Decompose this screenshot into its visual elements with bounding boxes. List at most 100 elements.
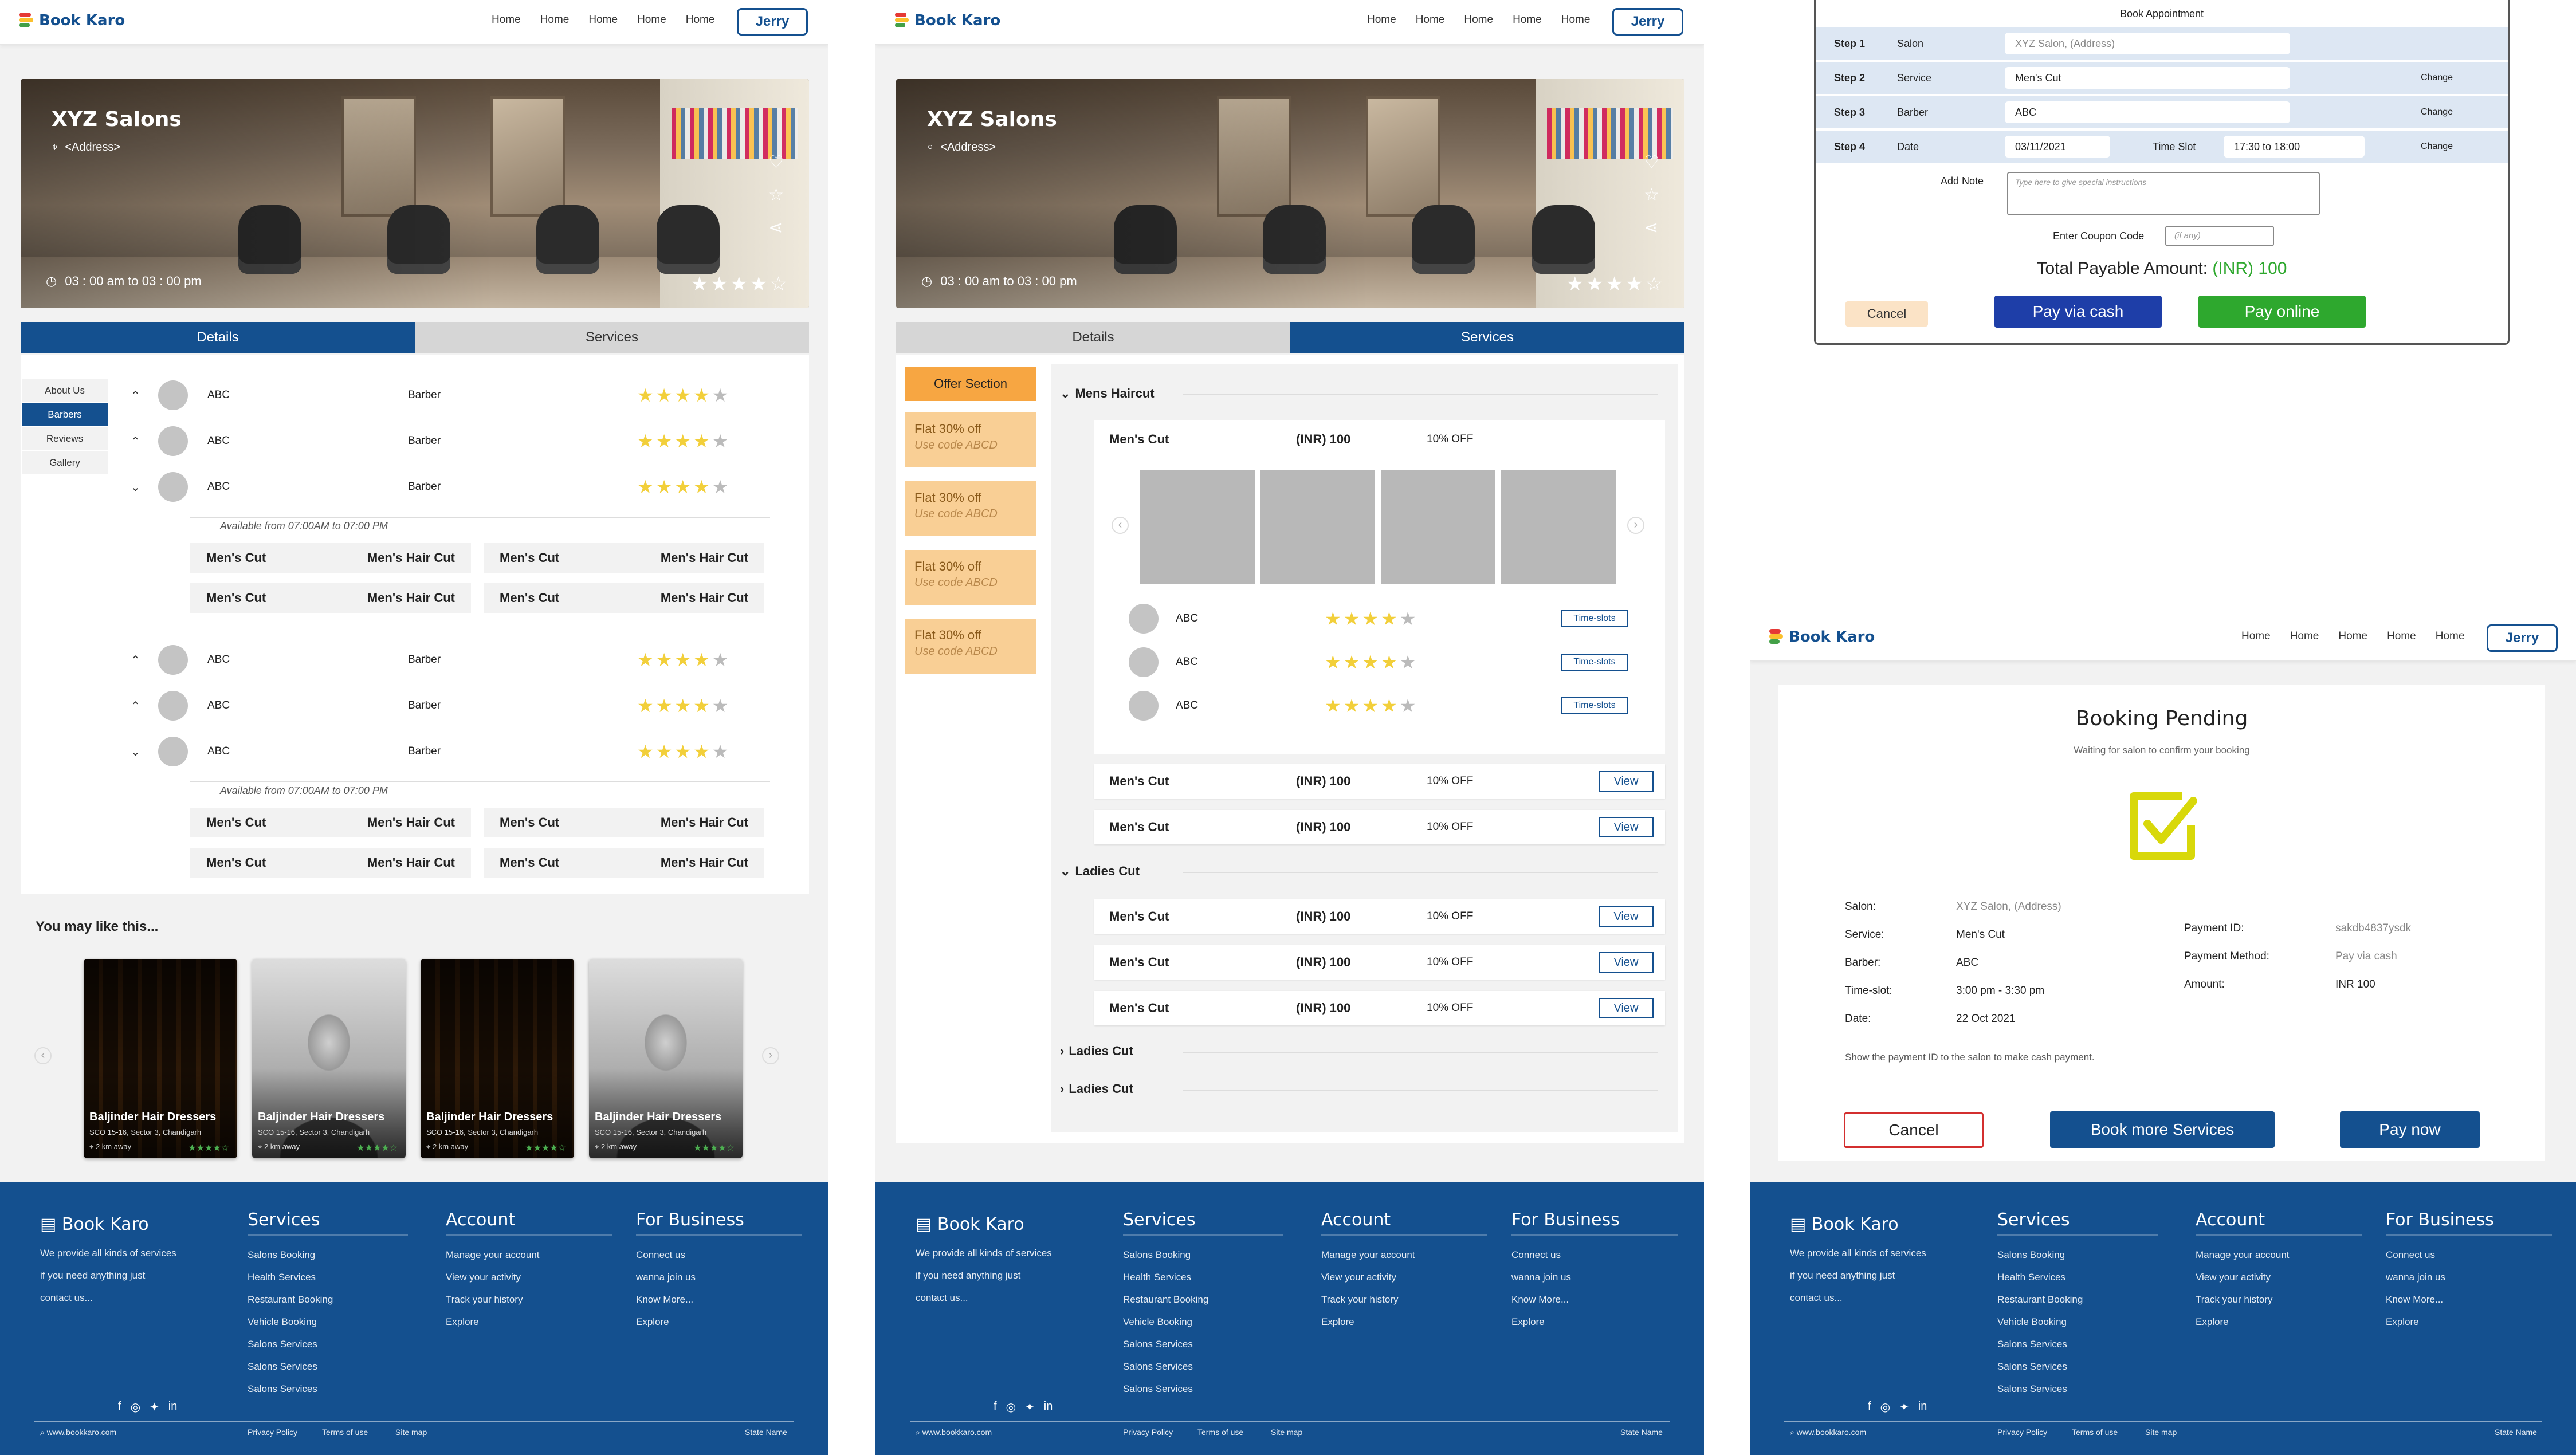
linkedin-icon[interactable]: in bbox=[1918, 1400, 1927, 1414]
view-button[interactable]: View bbox=[1599, 771, 1654, 792]
side-menu-about[interactable]: About Us bbox=[22, 379, 108, 402]
footer-link-terms[interactable]: Terms of use bbox=[1197, 1428, 1243, 1437]
time-slots-button[interactable]: Time-slots bbox=[1561, 610, 1628, 627]
cancel-button[interactable]: Cancel bbox=[1844, 1112, 1984, 1148]
gallery-image[interactable] bbox=[1140, 470, 1255, 584]
barber-row[interactable]: ⌃ ABC Barber ★★★★★ bbox=[131, 424, 790, 458]
service-chip[interactable]: Men's Cut Men's Hair Cut bbox=[190, 848, 471, 878]
view-button[interactable]: View bbox=[1599, 817, 1654, 837]
footer-site[interactable]: ⌕ www.bookkaro.com bbox=[40, 1428, 116, 1437]
carousel-next[interactable]: › bbox=[762, 1047, 779, 1064]
chevron-up-icon[interactable]: ⌃ bbox=[131, 434, 144, 449]
footer-link-privacy[interactable]: Privacy Policy bbox=[248, 1428, 297, 1437]
gallery-image[interactable] bbox=[1501, 470, 1616, 584]
user-button[interactable]: Jerry bbox=[2487, 624, 2558, 652]
side-menu-barbers[interactable]: Barbers bbox=[22, 403, 108, 426]
time-slot-field[interactable]: 17:30 to 18:00 bbox=[2224, 136, 2365, 158]
facebook-icon[interactable]: f bbox=[1868, 1400, 1871, 1414]
booking-field[interactable]: XYZ Salon, (Address) bbox=[2005, 33, 2290, 54]
salon-card[interactable]: Baljinder Hair Dressers SCO 15-16, Sector… bbox=[252, 959, 406, 1158]
barber-row[interactable]: ⌄ ABC Barber ★★★★★ bbox=[131, 734, 790, 769]
nav-link-home[interactable]: Home bbox=[1513, 14, 1542, 26]
chevron-up-icon[interactable]: ⌃ bbox=[131, 653, 144, 667]
change-link[interactable]: Change bbox=[2421, 107, 2453, 117]
barber-row[interactable]: ⌃ ABC Barber ★★★★★ bbox=[131, 689, 790, 723]
footer-logo[interactable]: ▤ Book Karo bbox=[916, 1213, 1087, 1236]
user-button[interactable]: Jerry bbox=[737, 8, 808, 36]
carousel-prev[interactable]: ‹ bbox=[34, 1047, 52, 1064]
nav-link-home[interactable]: Home bbox=[1367, 14, 1396, 26]
book-more-button[interactable]: Book more Services bbox=[2050, 1111, 2275, 1148]
section-ladies-cut-collapsed[interactable]: › Ladies Cut bbox=[1060, 1082, 1133, 1096]
service-chip[interactable]: Men's Cut Men's Hair Cut bbox=[484, 583, 764, 613]
service-chip[interactable]: Men's Cut Men's Hair Cut bbox=[484, 808, 764, 837]
logo[interactable]: Book Karo bbox=[1769, 628, 1875, 646]
footer-link-sitemap[interactable]: Site map bbox=[395, 1428, 427, 1437]
note-textarea[interactable]: Type here to give special instructions bbox=[2007, 172, 2320, 215]
salon-card[interactable]: Baljinder Hair Dressers SCO 15-16, Sector… bbox=[421, 959, 574, 1158]
coupon-input[interactable]: (if any) bbox=[2165, 226, 2274, 246]
gallery-prev[interactable]: ‹ bbox=[1112, 517, 1129, 534]
nav-link-home[interactable]: Home bbox=[2338, 630, 2367, 643]
tab-services[interactable]: Services bbox=[1290, 322, 1684, 353]
nav-link-home[interactable]: Home bbox=[686, 14, 715, 26]
barber-row[interactable]: ⌄ ABC Barber ★★★★★ bbox=[131, 470, 790, 504]
gallery-image[interactable] bbox=[1260, 470, 1375, 584]
star-outline-icon[interactable]: ☆ bbox=[1644, 185, 1659, 205]
twitter-icon[interactable]: ✦ bbox=[1899, 1400, 1909, 1414]
section-mens-haircut[interactable]: ⌄ Mens Haircut bbox=[1060, 386, 1155, 401]
view-button[interactable]: View bbox=[1599, 998, 1654, 1018]
facebook-icon[interactable]: f bbox=[994, 1400, 997, 1414]
footer-link-privacy[interactable]: Privacy Policy bbox=[1997, 1428, 2047, 1437]
offer-card[interactable]: Flat 30% off Use code ABCD bbox=[905, 619, 1036, 674]
nav-link-home[interactable]: Home bbox=[2436, 630, 2465, 643]
instagram-icon[interactable]: ◎ bbox=[131, 1400, 140, 1414]
tab-details[interactable]: Details bbox=[896, 322, 1290, 353]
heart-icon[interactable]: ♡ bbox=[1644, 152, 1659, 172]
footer-link-sitemap[interactable]: Site map bbox=[2145, 1428, 2177, 1437]
nav-link-home[interactable]: Home bbox=[637, 14, 666, 26]
chevron-down-icon[interactable]: ⌄ bbox=[131, 480, 144, 494]
nav-link-home[interactable]: Home bbox=[1416, 14, 1445, 26]
nav-link-home[interactable]: Home bbox=[2290, 630, 2319, 643]
twitter-icon[interactable]: ✦ bbox=[150, 1400, 159, 1414]
nav-link-home[interactable]: Home bbox=[2241, 630, 2271, 643]
offer-card[interactable]: Flat 30% off Use code ABCD bbox=[905, 481, 1036, 536]
view-button[interactable]: View bbox=[1599, 952, 1654, 973]
nav-link-home[interactable]: Home bbox=[2387, 630, 2416, 643]
booking-field[interactable]: ABC bbox=[2005, 101, 2290, 123]
instagram-icon[interactable]: ◎ bbox=[1880, 1400, 1890, 1414]
user-button[interactable]: Jerry bbox=[1612, 8, 1683, 36]
barber-row[interactable]: ⌃ ABC Barber ★★★★★ bbox=[131, 643, 790, 677]
service-chip[interactable]: Men's Cut Men's Hair Cut bbox=[484, 848, 764, 878]
footer-link-sitemap[interactable]: Site map bbox=[1271, 1428, 1302, 1437]
chevron-up-icon[interactable]: ⌃ bbox=[131, 388, 144, 403]
side-menu-gallery[interactable]: Gallery bbox=[22, 451, 108, 474]
time-slots-button[interactable]: Time-slots bbox=[1561, 697, 1628, 714]
pay-now-button[interactable]: Pay now bbox=[2340, 1111, 2480, 1148]
facebook-icon[interactable]: f bbox=[118, 1400, 121, 1414]
heart-icon[interactable]: ♡ bbox=[768, 152, 784, 172]
nav-link-home[interactable]: Home bbox=[588, 14, 618, 26]
service-chip[interactable]: Men's Cut Men's Hair Cut bbox=[190, 583, 471, 613]
pay-cash-button[interactable]: Pay via cash bbox=[1994, 296, 2162, 328]
footer-logo[interactable]: ▤ Book Karo bbox=[40, 1213, 212, 1236]
section-ladies-cut[interactable]: ⌄ Ladies Cut bbox=[1060, 864, 1140, 879]
section-ladies-cut-collapsed[interactable]: › Ladies Cut bbox=[1060, 1044, 1133, 1059]
nav-link-home[interactable]: Home bbox=[1561, 14, 1591, 26]
footer-site[interactable]: ⌕ www.bookkaro.com bbox=[1790, 1428, 1866, 1437]
salon-card[interactable]: Baljinder Hair Dressers SCO 15-16, Sector… bbox=[589, 959, 743, 1158]
footer-logo[interactable]: ▤ Book Karo bbox=[1790, 1213, 1962, 1236]
tab-services[interactable]: Services bbox=[415, 322, 809, 353]
change-link[interactable]: Change bbox=[2421, 73, 2453, 83]
cancel-button[interactable]: Cancel bbox=[1845, 301, 1928, 327]
gallery-image[interactable] bbox=[1381, 470, 1495, 584]
time-slots-button[interactable]: Time-slots bbox=[1561, 654, 1628, 671]
service-chip[interactable]: Men's Cut Men's Hair Cut bbox=[190, 808, 471, 837]
view-button[interactable]: View bbox=[1599, 906, 1654, 927]
nav-link-home[interactable]: Home bbox=[1464, 14, 1493, 26]
logo[interactable]: Book Karo bbox=[895, 11, 1000, 30]
offer-card[interactable]: Flat 30% off Use code ABCD bbox=[905, 550, 1036, 605]
service-chip[interactable]: Men's Cut Men's Hair Cut bbox=[190, 543, 471, 573]
star-outline-icon[interactable]: ☆ bbox=[768, 185, 784, 205]
